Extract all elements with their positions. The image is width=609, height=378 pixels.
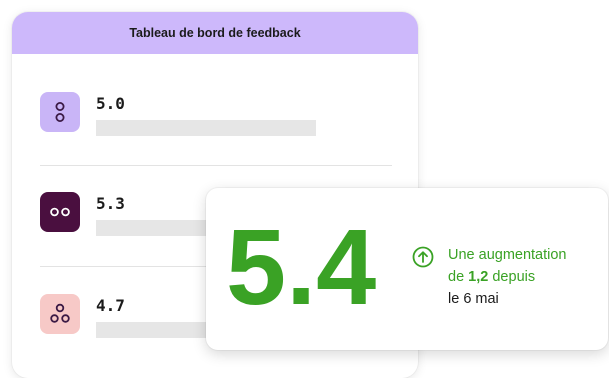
metric-row: 5.0 [40, 92, 390, 152]
metric-value: 5.3 [96, 194, 125, 213]
trend-date: le 6 mai [448, 291, 499, 307]
row-divider [40, 165, 392, 166]
metric-value: 4.7 [96, 296, 125, 315]
trend-amount-line: de 1,2 depuis [448, 266, 608, 288]
trend-prefix: Une augmentation [448, 247, 567, 263]
three-dots-icon [40, 294, 80, 334]
trend-de: de [448, 269, 469, 285]
trend-depuis: depuis [488, 269, 536, 285]
big-score: 5.4 [226, 206, 376, 327]
big-score-text: 5.4 [226, 206, 376, 327]
arrow-up-circle-icon [412, 246, 434, 268]
metric-value: 5.0 [96, 94, 125, 113]
trend-amount: 1,2 [468, 269, 489, 285]
trend-description: Une augmentation de 1,2 depuis le 6 mai [448, 244, 608, 310]
two-dots-vertical-icon [40, 92, 80, 132]
score-highlight-card: 5.4 Une augmentation de 1,2 depuis le 6 … [206, 188, 608, 350]
metric-placeholder-bar [96, 120, 316, 136]
two-dots-horizontal-icon [40, 192, 80, 232]
dashboard-title: Tableau de bord de feedback [12, 12, 418, 54]
